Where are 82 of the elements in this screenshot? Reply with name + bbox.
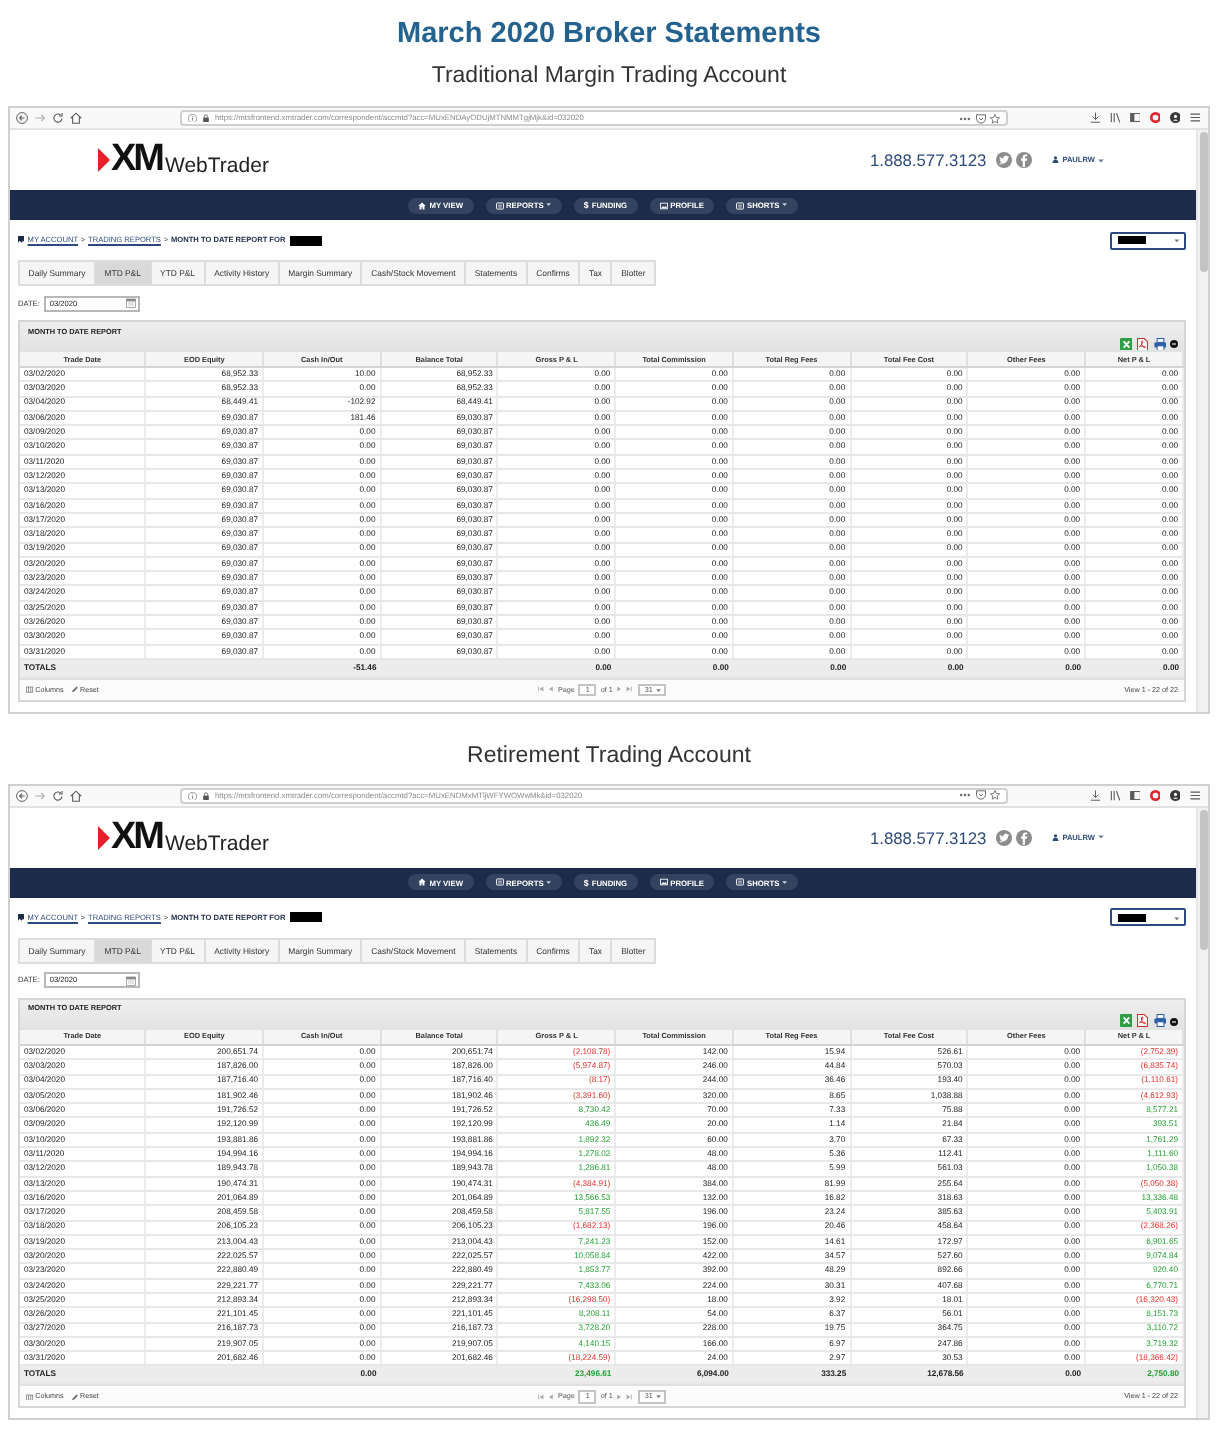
logo-mark: XM (111, 821, 162, 854)
more-icon[interactable] (960, 113, 970, 123)
calendar-icon[interactable] (126, 975, 137, 986)
logo-triangle-icon (98, 148, 110, 172)
section-heading: Retirement Trading Account (467, 741, 751, 770)
sidebar-icon[interactable] (1129, 790, 1140, 802)
logo-text: WebTrader (165, 831, 269, 856)
columns-icon (26, 1393, 34, 1401)
caret-icon (1174, 237, 1180, 243)
redaction-bar (1118, 913, 1146, 923)
spreadsheet-icon[interactable] (1119, 1014, 1132, 1028)
ring-icon[interactable] (1149, 112, 1160, 124)
bird-icon[interactable] (996, 152, 1013, 168)
shield-icon[interactable] (975, 790, 985, 801)
letter-f-icon[interactable] (1016, 829, 1033, 846)
reload-icon[interactable] (52, 112, 64, 124)
sidebar-icon[interactable] (1129, 112, 1140, 124)
pencil-icon (71, 1393, 78, 1401)
download-icon[interactable] (1089, 112, 1100, 124)
caret-icon (1098, 157, 1104, 163)
document-icon[interactable] (1136, 337, 1149, 350)
phone-number: 1.888.577.3123 (869, 150, 987, 170)
logo-mark: XM (111, 144, 162, 176)
print-icon[interactable] (1153, 337, 1166, 350)
phone-number: 1.888.577.3123 (869, 827, 987, 848)
list-icon (495, 878, 503, 887)
star-icon[interactable] (990, 790, 1000, 801)
bookshelf-icon[interactable] (1109, 790, 1120, 802)
download-icon[interactable] (1089, 790, 1100, 802)
lock-icon (202, 114, 210, 122)
home-icon (418, 201, 427, 209)
picture-icon (659, 878, 668, 887)
logo-text: WebTrader (165, 154, 269, 178)
caret-icon (656, 1394, 662, 1400)
logo-triangle-icon (98, 825, 110, 850)
user-icon (1052, 156, 1060, 164)
redaction-bar (290, 235, 323, 245)
bird-icon[interactable] (996, 829, 1013, 846)
page-title: March 2020 Broker Statements (397, 18, 821, 52)
redaction-bar (1118, 235, 1146, 245)
account-select[interactable] (1110, 231, 1186, 249)
bookshelf-icon[interactable] (1109, 112, 1120, 124)
flag-icon (18, 914, 25, 922)
list-icon (735, 878, 744, 887)
scrollbar-thumb[interactable] (1199, 809, 1207, 950)
home-icon (418, 878, 427, 887)
shield-icon[interactable] (975, 113, 985, 123)
document-icon[interactable] (1136, 1014, 1149, 1028)
flag-icon (18, 236, 25, 244)
account-select[interactable] (1110, 908, 1186, 927)
info-icon[interactable] (188, 791, 197, 801)
info-icon[interactable] (188, 113, 197, 123)
list-icon (495, 201, 503, 209)
collapse-icon[interactable] (1170, 1017, 1178, 1026)
back-icon[interactable] (16, 112, 28, 124)
columns-icon (26, 686, 34, 694)
menu-icon[interactable] (1189, 790, 1200, 802)
reload-icon[interactable] (52, 789, 64, 802)
section-heading: Traditional Margin Trading Account (431, 62, 787, 90)
list-icon (735, 201, 744, 209)
collapse-icon[interactable] (1170, 339, 1178, 348)
ring-icon[interactable] (1149, 790, 1160, 802)
scrollbar-thumb[interactable] (1199, 132, 1207, 272)
spreadsheet-icon[interactable] (1119, 337, 1132, 350)
account-circle-icon[interactable] (1169, 112, 1180, 124)
pencil-icon (71, 686, 78, 694)
letter-f-icon[interactable] (1016, 152, 1033, 168)
account-circle-icon[interactable] (1169, 790, 1180, 802)
back-icon[interactable] (16, 789, 28, 802)
calendar-icon[interactable] (126, 298, 137, 308)
caret-icon (1174, 915, 1180, 921)
star-icon[interactable] (990, 113, 1000, 123)
lock-icon (202, 791, 210, 800)
home-icon[interactable] (70, 112, 82, 124)
menu-icon[interactable] (1189, 112, 1200, 124)
print-icon[interactable] (1153, 1014, 1166, 1028)
home-icon[interactable] (70, 789, 82, 802)
picture-icon (659, 201, 668, 209)
caret-icon (656, 687, 662, 693)
more-icon[interactable] (960, 790, 970, 801)
user-icon (1052, 834, 1060, 842)
redaction-bar (290, 912, 323, 923)
